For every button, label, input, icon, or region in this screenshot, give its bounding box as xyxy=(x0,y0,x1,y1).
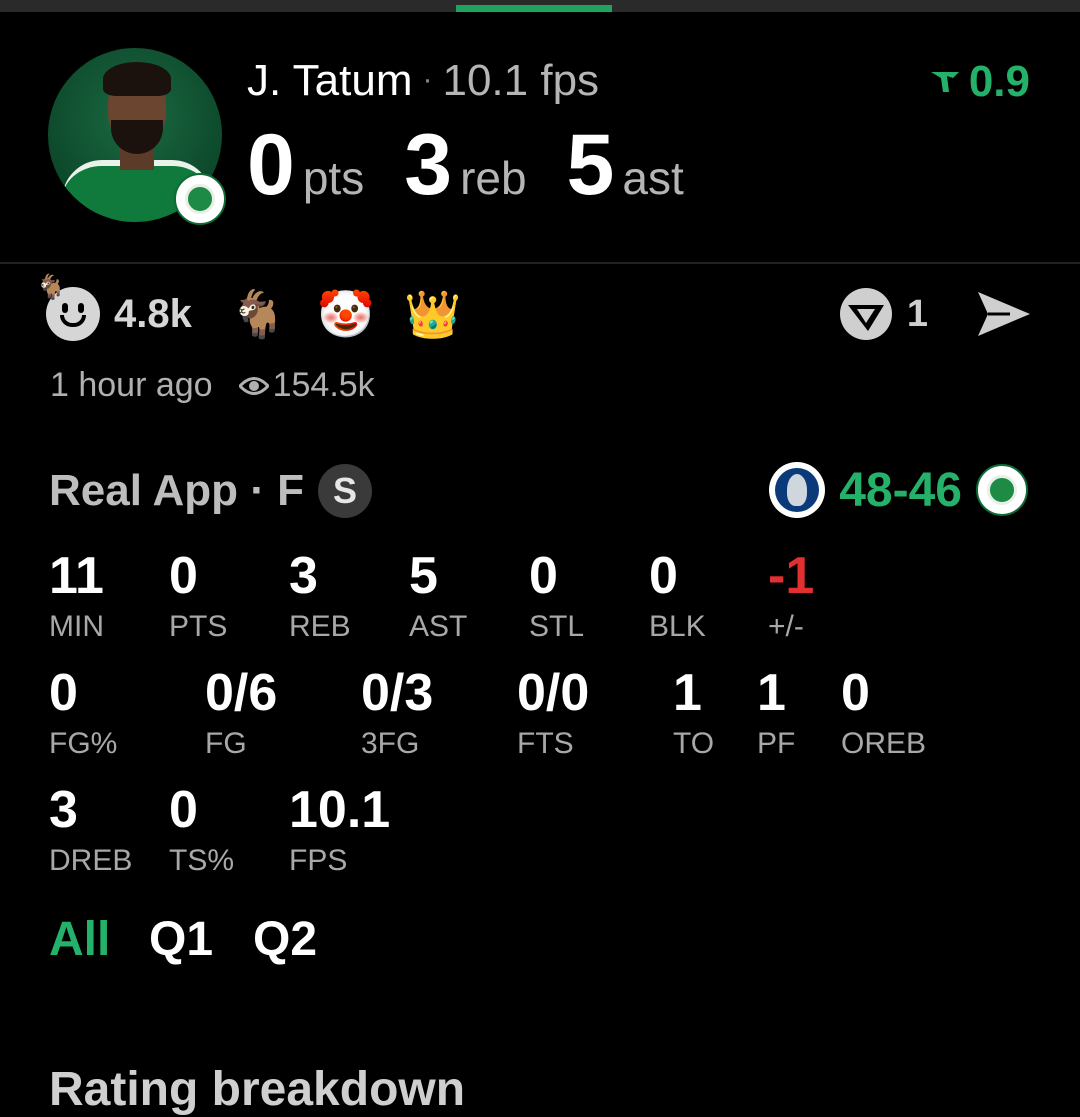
post-meta: 1 hour ago 154.5k xyxy=(50,366,375,405)
name-separator: · xyxy=(422,63,433,96)
celtics-logo-icon xyxy=(174,173,226,225)
time-ago: 1 hour ago xyxy=(50,366,213,404)
stat-value: 0 xyxy=(169,547,198,605)
next-section-title: Rating breakdown xyxy=(49,1063,466,1116)
game-source: Real App · F S xyxy=(49,464,373,518)
avatar-beard xyxy=(111,120,163,154)
stat-label: FG% xyxy=(49,727,118,760)
stat-pf: 1 PF xyxy=(757,665,795,761)
stat-value: 1 xyxy=(673,664,702,722)
views-eye-icon xyxy=(238,376,269,395)
stat-fg: 0/6 FG xyxy=(205,665,277,761)
stat-label: FPS xyxy=(289,844,348,877)
reaction-bar: 🐐 4.8k 🐐 🤡 👑 xyxy=(36,274,492,344)
stat-stl: 0 STL xyxy=(529,548,584,644)
tab-all[interactable]: All xyxy=(49,910,110,970)
stat-value: 3 xyxy=(289,547,318,605)
stat-value: 0/6 xyxy=(205,664,278,722)
stat-fts: 0/0 FTS xyxy=(517,665,589,761)
tab-q2[interactable]: Q2 xyxy=(253,910,317,970)
stat-label: +/- xyxy=(768,610,804,643)
stat-label: STL xyxy=(529,610,585,643)
stat-label: TO xyxy=(673,727,715,760)
stat-label: DREB xyxy=(49,844,133,877)
stat-label: PF xyxy=(757,727,796,760)
game-label: Real App · F xyxy=(49,466,305,515)
stat-blk: 0 BLK xyxy=(649,548,706,644)
stat-value: 5 xyxy=(409,547,438,605)
stat-value: 0 xyxy=(649,547,678,605)
stat-fps: 10.1 FPS xyxy=(289,782,390,878)
stat-value: -1 xyxy=(768,547,815,605)
stat-pts: 0 PTS xyxy=(169,548,227,644)
stat-label: MIN xyxy=(49,610,104,643)
smiley-mouth xyxy=(60,315,86,327)
headline-ast-unit: ast xyxy=(622,152,684,204)
headline-reb-unit: reb xyxy=(460,152,527,204)
stat-fg-pct: 0 FG% xyxy=(49,665,117,761)
stat-value: 0 xyxy=(841,664,870,722)
share-send-icon[interactable] xyxy=(976,290,1032,338)
post-actions: 1 xyxy=(839,284,1032,344)
stat-label: REB xyxy=(289,610,351,643)
stat-label: FG xyxy=(205,727,247,760)
reaction-count: 4.8k xyxy=(114,291,192,336)
stat-min: 11 MIN xyxy=(49,548,104,644)
headline-pts-value: 0 xyxy=(247,117,295,213)
status-badge[interactable]: S xyxy=(318,464,373,518)
stat-reb: 3 REB xyxy=(289,548,351,644)
rating-badge[interactable]: 0.9 xyxy=(929,57,1030,107)
mini-goat-icon: 🐐 xyxy=(36,274,66,301)
stat-3fg: 0/3 3FG xyxy=(361,665,433,761)
view-count: 154.5k xyxy=(272,366,375,404)
stat-oreb: 0 OREB xyxy=(841,665,926,761)
clown-icon[interactable]: 🤡 xyxy=(317,286,374,342)
smiley-eye-left xyxy=(62,303,68,313)
stat-value: 11 xyxy=(49,547,104,605)
crown-icon[interactable]: 👑 xyxy=(404,286,461,342)
stat-label: BLK xyxy=(649,610,706,643)
stat-value: 0/3 xyxy=(361,664,434,722)
stat-value: 3 xyxy=(49,781,78,839)
stat-value: 0 xyxy=(169,781,198,839)
mavericks-logo-icon xyxy=(769,462,826,518)
smiley-reaction-icon[interactable]: 🐐 xyxy=(36,274,100,341)
stat-value: 10.1 xyxy=(289,781,391,839)
stat-label: PTS xyxy=(169,610,228,643)
ring-count: 1 xyxy=(906,292,928,335)
stat-label: 3FG xyxy=(361,727,420,760)
stat-plus-minus: -1 +/- xyxy=(768,548,814,644)
avatar-hair xyxy=(103,62,171,96)
player-name[interactable]: J. Tatum xyxy=(247,56,412,105)
real-ring-icon[interactable] xyxy=(839,287,893,341)
stat-label: FTS xyxy=(517,727,574,760)
celtics-logo-icon xyxy=(976,464,1028,516)
tab-q1[interactable]: Q1 xyxy=(149,910,213,970)
game-score: 48-46 xyxy=(839,463,962,517)
headline-reb-value: 3 xyxy=(404,117,453,213)
headline-ast-value: 5 xyxy=(566,117,615,213)
stat-label: TS% xyxy=(169,844,235,877)
stat-ast: 5 AST xyxy=(409,548,467,644)
stat-dreb: 3 DREB xyxy=(49,782,132,878)
game-matchup[interactable]: 48-46 xyxy=(769,462,1028,518)
headline-pts-unit: pts xyxy=(302,152,365,204)
player-name-line: J. Tatum · 10.1 fps xyxy=(247,56,599,105)
stat-label: AST xyxy=(409,610,468,643)
stat-label: OREB xyxy=(841,727,927,760)
headline-stats: 0 pts 3 reb 5 ast xyxy=(247,122,724,208)
rating-arrow-icon xyxy=(930,72,959,92)
stat-value: 0/0 xyxy=(517,664,590,722)
stat-value: 0 xyxy=(49,664,78,722)
stat-value: 0 xyxy=(529,547,558,605)
header-divider xyxy=(0,262,1080,264)
stat-value: 1 xyxy=(757,664,786,722)
goat-icon[interactable]: 🐐 xyxy=(230,286,287,342)
rating-value: 0.9 xyxy=(968,57,1030,106)
stat-ts-pct: 0 TS% xyxy=(169,782,234,878)
active-tab-indicator xyxy=(456,5,612,12)
smiley-eye-right xyxy=(78,303,84,313)
player-fps: 10.1 fps xyxy=(442,56,600,105)
stat-to: 1 TO xyxy=(673,665,714,761)
